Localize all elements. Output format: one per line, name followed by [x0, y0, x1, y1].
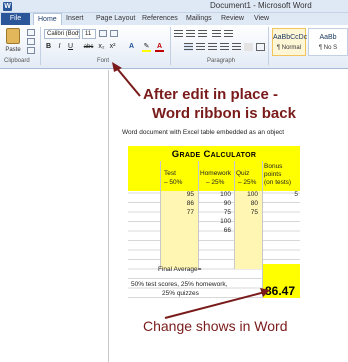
underline-button[interactable]: U: [66, 42, 75, 52]
line-spacing-icon[interactable]: [232, 43, 241, 51]
cell-homework[interactable]: 100: [211, 218, 231, 226]
tab-view[interactable]: View: [250, 13, 273, 25]
align-right-icon[interactable]: [208, 43, 217, 51]
embedded-excel-table[interactable]: Grade Calculator Test – 50% Homework – 2…: [128, 146, 300, 298]
header-test-weight[interactable]: – 50%: [164, 179, 182, 187]
font-size-select[interactable]: 11: [82, 29, 96, 39]
increase-indent-icon[interactable]: [224, 30, 233, 38]
final-average-label[interactable]: Final Average=: [158, 266, 201, 274]
window-title: Document1 - Microsoft Word: [210, 1, 312, 10]
clipboard-icon: [6, 28, 20, 44]
cell-homework[interactable]: 66: [211, 227, 231, 235]
group-divider: [40, 27, 41, 65]
tab-file[interactable]: File: [1, 13, 30, 25]
align-left-icon[interactable]: [184, 43, 193, 51]
header-homework[interactable]: Homework: [200, 170, 231, 178]
cell-homework[interactable]: 75: [211, 209, 231, 217]
shading-icon[interactable]: [244, 43, 253, 51]
header-bonus[interactable]: Bonus: [264, 163, 282, 171]
strikethrough-button[interactable]: abc: [82, 42, 95, 52]
header-bonus-points[interactable]: points: [264, 171, 281, 179]
font-color-icon[interactable]: A: [155, 42, 164, 52]
tab-home[interactable]: Home: [33, 13, 62, 25]
style-normal[interactable]: AaBbCcDc ¶ Normal: [272, 28, 308, 56]
cell-homework[interactable]: 90: [211, 200, 231, 208]
cell-quiz[interactable]: 80: [238, 200, 258, 208]
numbering-icon[interactable]: [186, 30, 195, 38]
header-test[interactable]: Test: [164, 170, 176, 178]
superscript-button[interactable]: x²: [108, 42, 117, 52]
cell-test[interactable]: 95: [174, 191, 194, 199]
tab-review[interactable]: Review: [217, 13, 248, 25]
format-painter-icon[interactable]: [27, 47, 35, 54]
annotation-top-line2: Word ribbon is back: [152, 105, 296, 122]
style-preview: AaBb: [319, 34, 337, 41]
style-no-spacing[interactable]: AaBb ¶ No S: [308, 28, 348, 56]
document-caption: Word document with Excel table embedded …: [122, 129, 285, 136]
word-logo-icon[interactable]: W: [3, 2, 12, 11]
style-preview: AaBbCcDc: [273, 34, 308, 41]
header-homework-weight[interactable]: – 25%: [206, 179, 224, 187]
font-name-select[interactable]: Calibri (Body): [44, 29, 80, 39]
paste-label: Paste: [5, 47, 21, 53]
italic-button[interactable]: I: [55, 42, 64, 52]
paste-button[interactable]: Paste: [3, 27, 23, 57]
align-center-icon[interactable]: [196, 43, 205, 51]
style-name: ¶ Normal: [276, 45, 302, 51]
cell-homework[interactable]: 100: [211, 191, 231, 199]
grow-font-icon[interactable]: [99, 30, 107, 37]
column-divider: [160, 161, 161, 269]
subscript-button[interactable]: x₂: [97, 42, 106, 52]
clipboard-group-label: Clipboard: [4, 58, 30, 64]
ribbon-tabs: File Home Insert Page Layout References …: [0, 13, 348, 25]
decrease-indent-icon[interactable]: [212, 30, 221, 38]
cell-bonus[interactable]: 5: [278, 191, 298, 199]
weights-line-2[interactable]: 25% quizzes: [162, 290, 199, 298]
font-group-label: Font: [97, 58, 110, 64]
copy-icon[interactable]: [27, 38, 35, 45]
column-divider: [262, 161, 263, 298]
group-divider: [268, 27, 269, 65]
bold-button[interactable]: B: [44, 42, 53, 52]
annotation-bottom: Change shows in Word: [143, 318, 288, 334]
final-average-value[interactable]: 86.47: [265, 284, 295, 298]
justify-icon[interactable]: [220, 43, 229, 51]
multilevel-list-icon[interactable]: [198, 30, 207, 38]
cell-quiz[interactable]: 75: [238, 209, 258, 217]
style-name: ¶ No S: [318, 45, 338, 51]
header-bonus-tests[interactable]: (on tests): [264, 179, 291, 187]
text-effects-icon[interactable]: A: [127, 42, 136, 52]
cut-icon[interactable]: [27, 29, 35, 36]
tab-page-layout[interactable]: Page Layout: [92, 13, 139, 25]
weights-line-1[interactable]: 50% test scores, 25% homework,: [131, 281, 227, 289]
column-divider: [234, 161, 235, 269]
header-quiz[interactable]: Quiz: [236, 170, 249, 178]
ribbon: Paste Clipboard Calibri (Body) 11 B I U …: [0, 25, 348, 69]
tab-references[interactable]: References: [138, 13, 182, 25]
tab-insert[interactable]: Insert: [62, 13, 88, 25]
borders-icon[interactable]: [256, 43, 265, 51]
cell-quiz[interactable]: 100: [238, 191, 258, 199]
tab-mailings[interactable]: Mailings: [182, 13, 216, 25]
cell-test[interactable]: 86: [174, 200, 194, 208]
cell-test[interactable]: 77: [174, 209, 194, 217]
shrink-font-icon[interactable]: [110, 30, 118, 37]
annotation-top-line1: After edit in place -: [143, 86, 279, 103]
page-edge: [108, 70, 109, 362]
group-divider: [170, 27, 171, 65]
sheet-title: Grade Calculator: [171, 149, 257, 160]
bullets-icon[interactable]: [174, 30, 183, 38]
header-quiz-weight[interactable]: – 25%: [238, 179, 256, 187]
column-divider: [198, 161, 199, 269]
title-bar: W Document1 - Microsoft Word: [0, 0, 348, 13]
paragraph-group-label: Paragraph: [207, 58, 236, 64]
highlight-icon[interactable]: ✎: [142, 42, 151, 52]
